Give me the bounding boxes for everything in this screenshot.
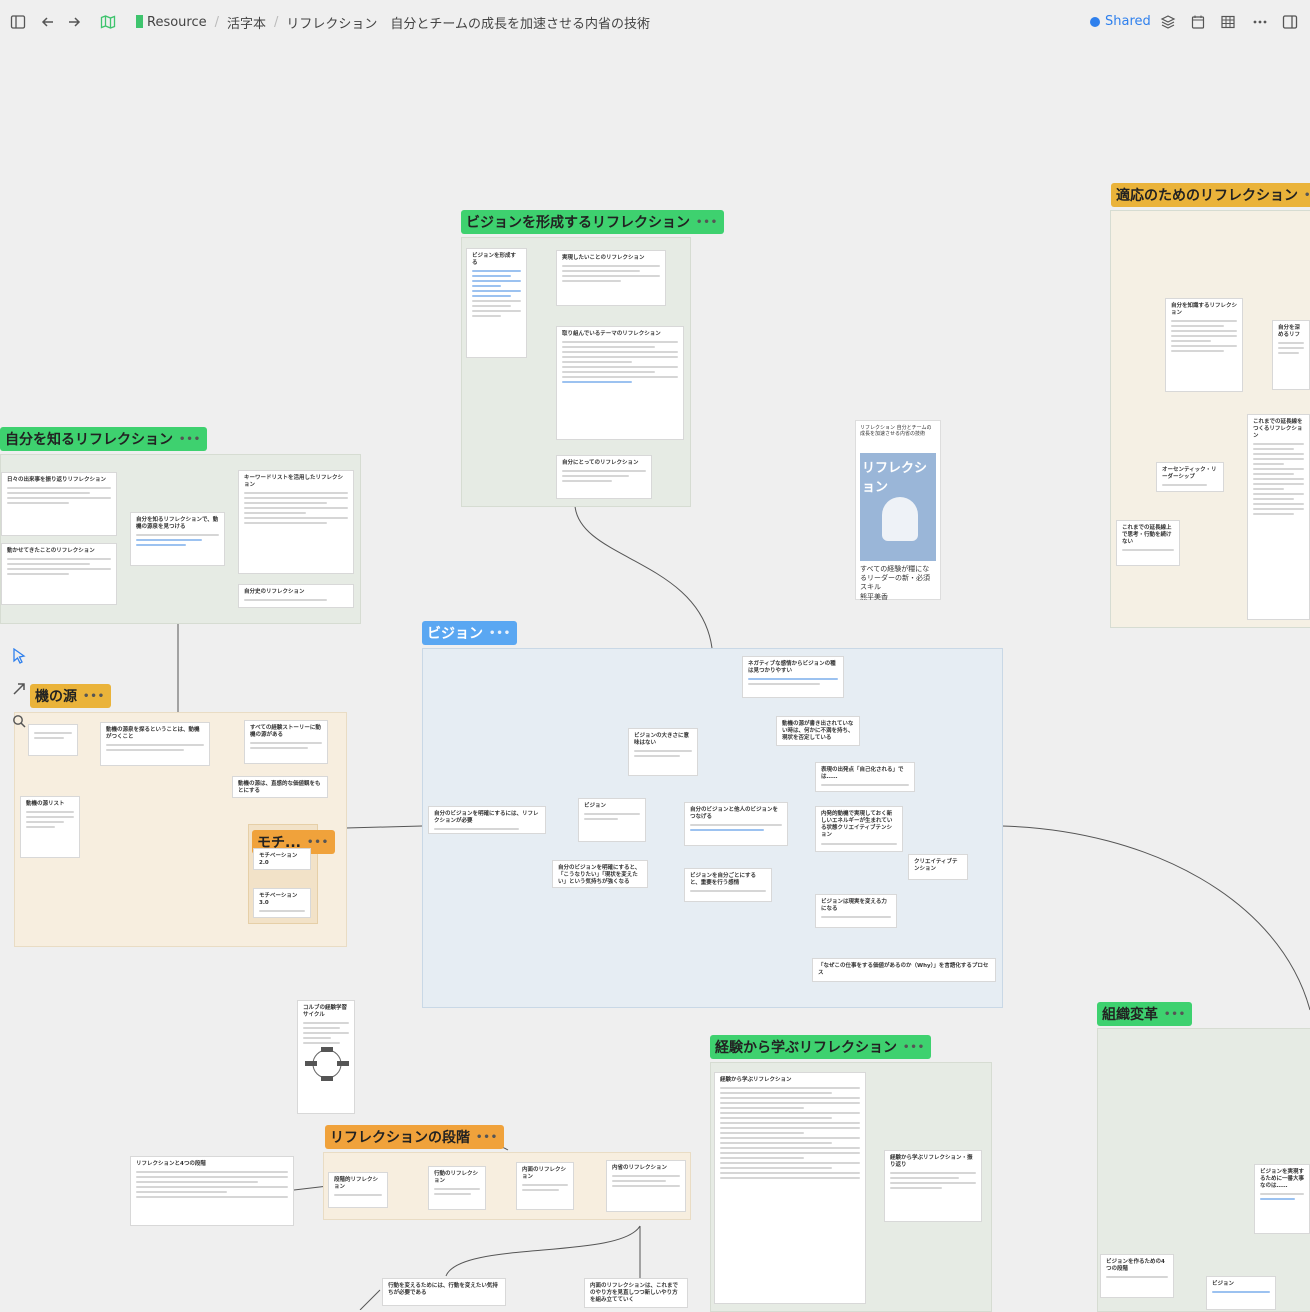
note-card[interactable]: ビジョンの大きさに意味はない [628,728,698,776]
note-card[interactable]: 自分にとってのリフレクション [556,455,652,499]
note-card[interactable]: クリエイティブテンション [908,854,968,880]
more-icon[interactable] [1250,12,1270,32]
connector-line [1001,825,1310,1011]
more-dots-icon[interactable]: ••• [179,434,201,445]
calendar-icon[interactable] [1188,12,1208,32]
note-card[interactable]: オーセンティック・リーダーシップ [1156,462,1224,492]
forward-arrow-icon[interactable] [64,12,84,32]
group-tag-org-change[interactable]: 組織変革 ••• [1097,1002,1193,1026]
connector-line [359,1289,381,1310]
note-card[interactable]: コルブの経験学習サイクル [297,1000,355,1114]
connector-line [345,825,423,829]
globe-icon [1090,16,1100,27]
note-card[interactable]: これまでの延長線上で思考・行動を続けない [1116,520,1180,566]
note-card[interactable]: 日々の出来事を振り返りリフレクション [1,472,117,536]
note-card[interactable]: 表現の出発点「自己化される」では…… [815,762,915,792]
note-card[interactable]: ビジョンを形成する [466,248,527,358]
table-icon[interactable] [1218,12,1238,32]
breadcrumb-resource[interactable]: Resource [136,15,207,30]
note-card[interactable]: 内面のリフレクション [516,1162,574,1210]
note-card[interactable]: 動機の源泉を探るということは、動機がつくこと [100,722,210,766]
breadcrumb: Resource / 活字本 / リフレクション 自分とチームの成長を加速させる… [136,13,650,32]
connector-line [445,1225,641,1277]
note-card[interactable]: リフレクションと4つの段階 [130,1156,294,1226]
note-card[interactable]: すべての経験ストーリーに動機の源がある [244,720,328,764]
search-icon[interactable] [12,714,26,732]
note-card[interactable]: 「なぜこの仕事をする価値があるのか（Why）」を言語化するプロセス [812,958,996,982]
note-card[interactable]: ビジョンを実現するために一番大事なのは…… [1254,1164,1310,1234]
more-dots-icon[interactable]: ••• [489,628,511,639]
more-dots-icon[interactable]: ••• [903,1042,925,1053]
layers-icon[interactable] [1158,12,1178,32]
more-dots-icon[interactable]: ••• [307,837,329,848]
note-card[interactable]: ビジョン [578,798,646,842]
top-bar: Resource / 活字本 / リフレクション 自分とチームの成長を加速させる… [0,0,1310,44]
note-card[interactable]: モチベーション2.0 [253,848,311,870]
group-tag-reflection-stages[interactable]: リフレクションの段階 ••• [325,1125,505,1149]
note-card[interactable]: 自分のビジョンを明確にすると、「こうなりたい」「現状を変えたい」という気持ちが強… [552,860,648,888]
back-arrow-icon[interactable] [38,12,58,32]
group-tag-adaptation[interactable]: 適応のためのリフレクション••• [1111,183,1310,207]
note-card[interactable]: 自分史のリフレクション [238,584,354,608]
book-cover-image: リフレクション [860,453,936,561]
note-card[interactable]: 自分を知識するリフレクション [1165,298,1243,392]
note-card[interactable]: 取り組んでいるテーマのリフレクション [556,326,684,440]
note-card[interactable]: 内面のリフレクションは、これまでのやり方を見直しつつ新しいやり方を組み立てていく [584,1278,688,1308]
note-card[interactable]: 経験から学ぶリフレクション [714,1072,866,1304]
group-tag-vision-forming[interactable]: ビジョンを形成するリフレクション ••• [461,210,725,234]
note-card[interactable]: 経験から学ぶリフレクション・振り返り [884,1150,982,1222]
shared-button[interactable]: Shared [1090,14,1151,29]
sidebar-toggle-icon[interactable] [8,12,28,32]
group-tag-self-knowing[interactable]: 自分を知るリフレクション ••• [0,427,208,451]
note-card[interactable] [28,724,78,756]
note-card[interactable]: 行動を変えるためには、行動を変えたい気持ちが必要である [382,1278,506,1306]
note-card[interactable]: 自分のビジョンと他人のビジョンをつなげる [684,802,788,846]
note-card[interactable]: 動機の源が書き出されていない時は、何かに不満を持ち、現状を否定している [776,716,860,746]
note-card[interactable]: 内発的動機で実現しておく新しいエネルギーが生まれている状態クリエイティブテンショ… [815,806,903,852]
note-card[interactable]: 内省のリフレクション [606,1160,686,1212]
note-card[interactable]: 実現したいことのリフレクション [556,250,666,306]
resource-color-mark [136,15,143,28]
map-icon[interactable] [98,12,118,32]
more-dots-icon[interactable]: ••• [696,217,718,228]
arrow-tool-icon[interactable] [12,682,26,700]
note-card[interactable]: 動かせてきたことのリフレクション [1,543,117,605]
note-card[interactable]: 動機の源は、直感的な価値観をもとにする [232,776,328,798]
more-dots-icon[interactable]: ••• [476,1132,498,1143]
book-cover-card[interactable]: リフレクション 自分とチームの成長を加速させる内省の技術 リフレクション すべて… [855,420,941,601]
group-tag-vision[interactable]: ビジョン ••• [422,621,518,645]
right-panel-icon[interactable] [1280,12,1300,32]
connector-line [574,505,713,649]
note-card[interactable]: これまでの延長線をつくるリフレクション [1247,414,1310,620]
note-card[interactable]: ビジョン [1206,1276,1276,1310]
note-card[interactable]: 動機の源リスト [20,796,80,858]
breadcrumb-current-page[interactable]: リフレクション 自分とチームの成長を加速させる内省の技術 [286,13,650,32]
note-card[interactable]: モチベーション3.0 [253,888,311,918]
group-tag-motivation-source[interactable]: 機の源 ••• [30,684,112,708]
note-card[interactable]: 自分を知るリフレクションで、動機の源泉を見つける [130,512,225,566]
pointer-icon[interactable] [12,647,26,668]
more-dots-icon[interactable]: ••• [1304,190,1310,201]
note-card[interactable]: ビジョンを作るための4つの段階 [1100,1254,1174,1298]
note-card[interactable]: ネガティブな感情からビジョンの種は見つかりやすい [742,656,844,698]
more-dots-icon[interactable]: ••• [83,691,105,702]
note-card[interactable]: ビジョンは現実を変える力になる [815,894,897,928]
more-dots-icon[interactable]: ••• [1164,1009,1186,1020]
note-card[interactable]: 行動のリフレクション [428,1166,486,1210]
shared-label: Shared [1105,14,1151,29]
canvas-toolbar [8,647,30,732]
note-card[interactable]: ビジョンを自分ごとにすると、重要を行う感情 [684,868,772,902]
note-card[interactable]: 自分を深めるリフ [1272,320,1310,390]
group-tag-experience[interactable]: 経験から学ぶリフレクション ••• [710,1035,932,1059]
note-card[interactable]: 自分のビジョンを明確にするには、リフレクションが必要 [428,806,546,834]
cycle-diagram [305,1047,349,1082]
breadcrumb-katsujibon[interactable]: 活字本 [227,13,266,32]
note-card[interactable]: キーワードリストを活用したリフレクション [238,470,354,574]
note-card[interactable]: 段階的リフレクション [328,1172,388,1208]
